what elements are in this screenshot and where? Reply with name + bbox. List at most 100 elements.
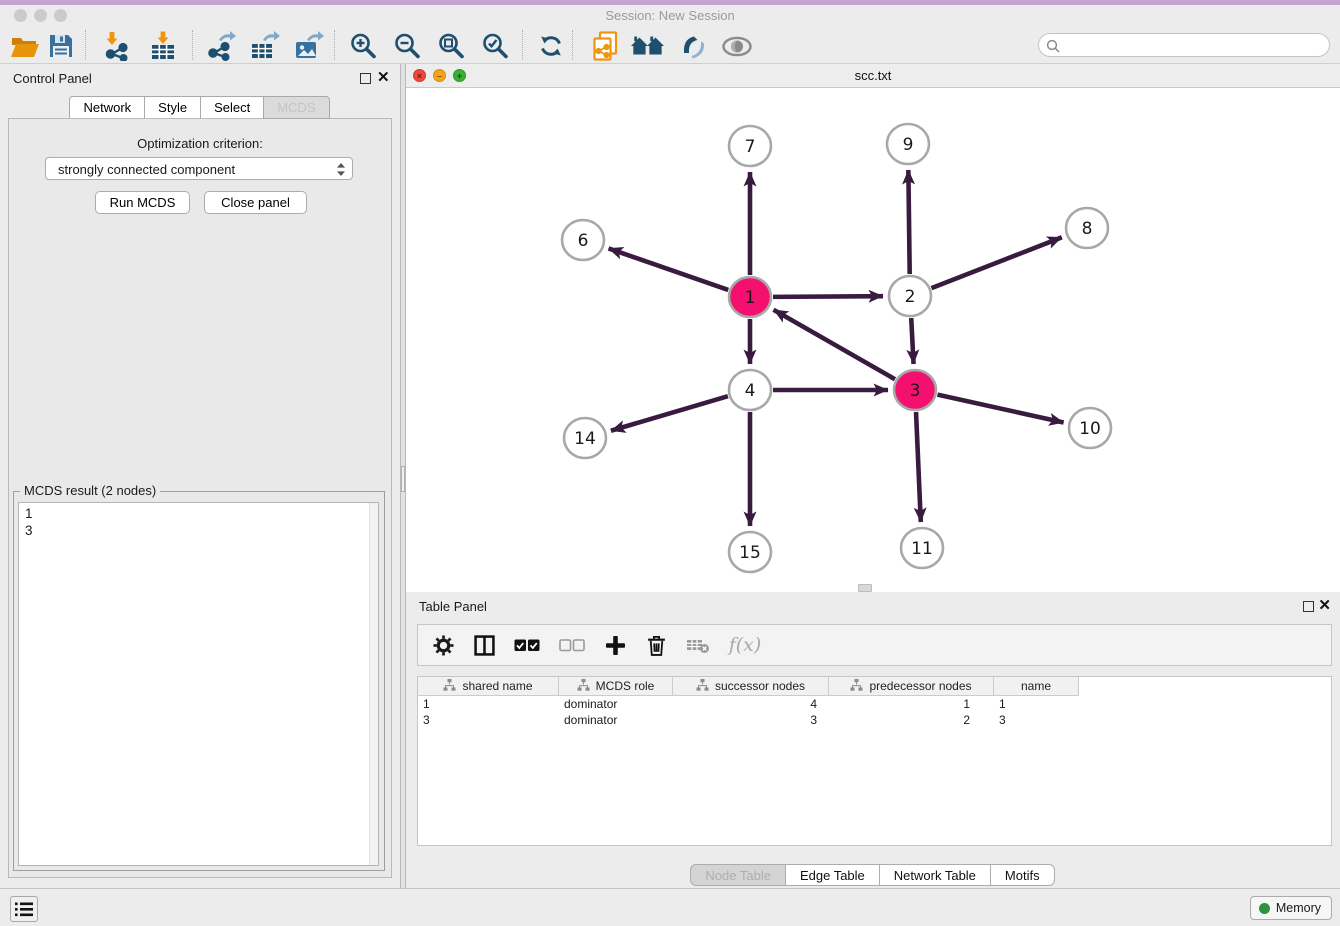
column-header-successor-nodes[interactable]: successor nodes: [673, 677, 829, 696]
mcds-result-group: MCDS result (2 nodes) 1 3: [13, 491, 385, 871]
criterion-dropdown[interactable]: strongly connected component: [45, 157, 353, 180]
edge-3-1[interactable]: [774, 310, 895, 379]
edge-2-3[interactable]: [911, 318, 913, 364]
select-all-checkboxes-icon[interactable]: [513, 633, 541, 657]
table-tab-network-table[interactable]: Network Table: [879, 864, 991, 886]
node-label: 9: [903, 135, 914, 155]
cell-predecessor-nodes[interactable]: 2: [829, 712, 994, 728]
edge-2-8[interactable]: [931, 237, 1061, 288]
cell-shared-name[interactable]: 3: [418, 712, 559, 728]
node-8[interactable]: 8: [1066, 208, 1108, 248]
node-6[interactable]: 6: [562, 220, 604, 260]
delete-row-icon[interactable]: [644, 633, 668, 657]
table-tab-node-table[interactable]: Node Table: [690, 864, 786, 886]
node-14[interactable]: 14: [564, 418, 606, 458]
node-10[interactable]: 10: [1069, 408, 1111, 448]
cell-name[interactable]: 3: [994, 712, 1079, 728]
apply-function-icon[interactable]: f(x): [728, 633, 762, 657]
tab-select[interactable]: Select: [200, 96, 264, 119]
edge-3-11[interactable]: [916, 412, 921, 522]
task-history-button[interactable]: [10, 896, 38, 922]
table-tab-motifs[interactable]: Motifs: [990, 864, 1055, 886]
node-4[interactable]: 4: [729, 370, 771, 410]
close-table-panel-icon[interactable]: ✕: [1318, 597, 1331, 615]
mcds-result-textarea[interactable]: 1 3: [18, 502, 379, 866]
close-panel-button[interactable]: Close panel: [204, 191, 307, 214]
edge-3-10[interactable]: [937, 395, 1063, 423]
cell-mcds-role[interactable]: dominator: [559, 712, 673, 728]
table-panel-title: Table Panel: [419, 599, 487, 614]
edge-4-14[interactable]: [611, 396, 728, 431]
table-row[interactable]: 1dominator411: [418, 696, 1079, 712]
node-label: 3: [910, 381, 921, 401]
cell-shared-name[interactable]: 1: [418, 696, 559, 712]
gear-icon[interactable]: [431, 633, 455, 657]
export-table-icon[interactable]: [248, 29, 282, 63]
float-panel-icon[interactable]: [360, 73, 371, 84]
toolbar-separator: [85, 30, 86, 60]
column-header-name[interactable]: name: [994, 677, 1079, 696]
hide-details-icon[interactable]: [676, 29, 710, 63]
control-panel-title: Control Panel: [13, 71, 92, 86]
tab-style[interactable]: Style: [144, 96, 201, 119]
main-toolbar: [0, 27, 1340, 64]
zoom-fit-icon[interactable]: [434, 29, 468, 63]
control-panel-tabs: NetworkStyleSelectMCDS: [0, 96, 400, 119]
deselect-all-checkboxes-icon[interactable]: [558, 633, 586, 657]
eye-icon[interactable]: [720, 29, 754, 63]
import-table-icon[interactable]: [146, 29, 180, 63]
cell-mcds-role[interactable]: dominator: [559, 696, 673, 712]
node-7[interactable]: 7: [729, 126, 771, 166]
edge-2-9[interactable]: [908, 170, 909, 274]
horizontal-splitter-grip[interactable]: [858, 584, 872, 592]
node-9[interactable]: 9: [887, 124, 929, 164]
open-folder-icon[interactable]: [8, 29, 42, 63]
table-row[interactable]: 3dominator323: [418, 712, 1079, 728]
save-session-icon[interactable]: [44, 29, 78, 63]
clone-network-icon[interactable]: [588, 29, 622, 63]
float-table-panel-icon[interactable]: [1303, 601, 1314, 612]
node-2[interactable]: 2: [889, 276, 931, 316]
edge-1-6[interactable]: [609, 248, 729, 289]
add-row-icon[interactable]: [603, 633, 627, 657]
result-scrollbar[interactable]: [369, 503, 378, 865]
mcds-panel: Optimization criterion: strongly connect…: [8, 118, 392, 878]
node-3[interactable]: 3: [894, 370, 936, 410]
refresh-icon[interactable]: [534, 29, 568, 63]
home-icon[interactable]: [630, 29, 664, 63]
export-network-icon[interactable]: [204, 29, 238, 63]
column-header-predecessor-nodes[interactable]: predecessor nodes: [829, 677, 994, 696]
table-tab-edge-table[interactable]: Edge Table: [785, 864, 880, 886]
export-image-icon[interactable]: [292, 29, 326, 63]
memory-button[interactable]: Memory: [1250, 896, 1332, 920]
import-network-icon[interactable]: [100, 29, 134, 63]
tree-icon: [577, 679, 590, 694]
zoom-out-icon[interactable]: [390, 29, 424, 63]
table-toolbar: f(x): [417, 624, 1332, 666]
delete-table-icon[interactable]: [685, 633, 711, 657]
memory-status-icon: [1259, 903, 1270, 914]
cell-successor-nodes[interactable]: 3: [673, 712, 829, 728]
tab-network[interactable]: Network: [69, 96, 145, 119]
dropdown-stepper-icon: [336, 162, 346, 182]
zoom-selected-icon[interactable]: [478, 29, 512, 63]
tab-mcds[interactable]: MCDS: [263, 96, 329, 119]
column-header-shared-name[interactable]: shared name: [418, 677, 559, 696]
node-15[interactable]: 15: [729, 532, 771, 572]
network-canvas[interactable]: 7 9 6 8 1 2 4 3 14 10 15 11: [406, 88, 1340, 592]
cell-name[interactable]: 1: [994, 696, 1079, 712]
toolbar-separator: [334, 30, 335, 60]
cell-predecessor-nodes[interactable]: 1: [829, 696, 994, 712]
optimization-criterion-label: Optimization criterion:: [9, 136, 391, 151]
run-mcds-button[interactable]: Run MCDS: [95, 191, 190, 214]
splitter-grip[interactable]: [401, 466, 405, 492]
node-11[interactable]: 11: [901, 528, 943, 568]
edge-1-2[interactable]: [773, 296, 883, 297]
close-panel-icon[interactable]: ✕: [377, 69, 390, 87]
zoom-in-icon[interactable]: [346, 29, 380, 63]
columns-icon[interactable]: [472, 633, 496, 657]
cell-successor-nodes[interactable]: 4: [673, 696, 829, 712]
column-header-mcds-role[interactable]: MCDS role: [559, 677, 673, 696]
search-input[interactable]: [1065, 35, 1320, 55]
node-1[interactable]: 1: [729, 277, 771, 317]
